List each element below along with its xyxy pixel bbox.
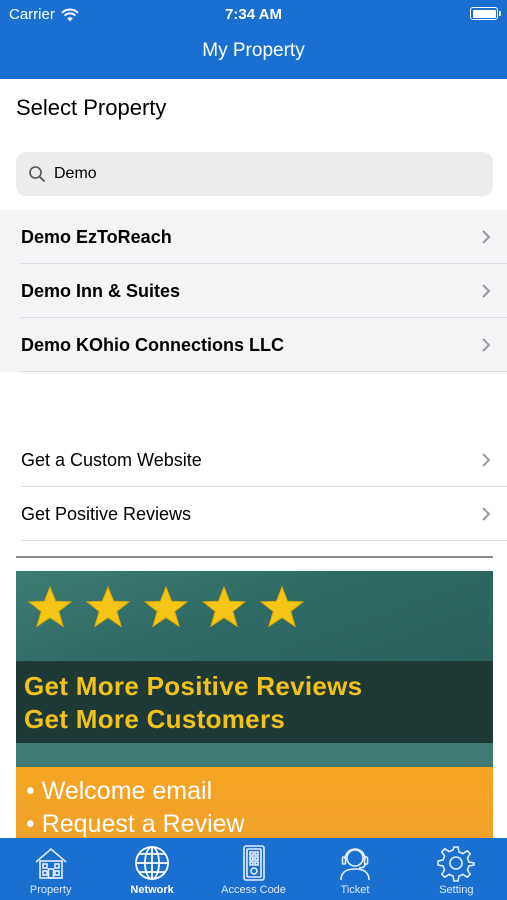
star-icon — [28, 585, 72, 628]
tab-label: Property — [29, 884, 72, 896]
setting-icon — [437, 846, 476, 882]
access-code-icon — [242, 845, 265, 881]
page-title: My Property — [202, 40, 305, 61]
link-positive-reviews[interactable]: Get Positive Reviews — [0, 487, 507, 541]
banner-bullet-1: • Welcome email — [26, 777, 213, 805]
property-icon — [35, 847, 67, 879]
app-header: Carrier 7:34 AM My Property — [0, 0, 507, 79]
property-name: Demo EzToReach — [21, 226, 172, 247]
link-custom-website[interactable]: Get a Custom Website — [0, 433, 507, 487]
banner-headline-2: Get More Customers — [24, 704, 286, 734]
tab-label: Network — [130, 884, 174, 896]
star-icon — [86, 585, 130, 628]
link-label: Get Positive Reviews — [21, 503, 192, 524]
property-results-list: Demo EzToReach Demo Inn & Suites Demo KO… — [0, 210, 507, 372]
banner-bullet-2: • Request a Review — [26, 810, 245, 838]
tab-label: Setting — [439, 884, 474, 896]
status-time: 7:34 AM — [225, 6, 282, 23]
chevron-right-icon — [482, 230, 491, 244]
tab-access-code[interactable]: Access Code — [203, 838, 304, 900]
promo-links-list: Get a Custom Website Get Positive Review… — [0, 433, 507, 541]
chevron-right-icon — [482, 453, 491, 467]
tab-ticket[interactable]: Ticket — [304, 838, 405, 900]
star-rating — [28, 585, 304, 629]
search-icon — [29, 166, 45, 182]
tab-label: Access Code — [221, 884, 286, 896]
tab-property[interactable]: Property — [0, 838, 101, 900]
section-divider — [16, 556, 493, 558]
star-icon — [144, 585, 188, 628]
property-row-demo-eztoreach[interactable]: Demo EzToReach — [0, 210, 507, 264]
property-name: Demo Inn & Suites — [21, 280, 181, 301]
chevron-right-icon — [482, 338, 491, 352]
banner-headline-1: Get More Positive Reviews — [24, 671, 363, 701]
property-name: Demo KOhio Connections LLC — [21, 334, 284, 355]
search-input[interactable] — [54, 165, 474, 183]
property-row-demo-kohio[interactable]: Demo KOhio Connections LLC — [0, 318, 507, 372]
bottom-tab-bar: Property Network Access Code Ticket Sett… — [0, 838, 507, 900]
tab-setting[interactable]: Setting — [406, 838, 507, 900]
ticket-icon — [340, 848, 370, 881]
star-icon — [260, 585, 304, 628]
chevron-right-icon — [482, 284, 491, 298]
battery-icon — [470, 7, 501, 20]
status-bar: Carrier 7:34 AM — [0, 0, 507, 28]
tab-label: Ticket — [340, 884, 370, 896]
section-title: Select Property — [16, 95, 167, 120]
tab-network[interactable]: Network — [101, 838, 202, 900]
property-row-demo-inn-suites[interactable]: Demo Inn & Suites — [0, 264, 507, 318]
link-label: Get a Custom Website — [21, 449, 202, 470]
chevron-right-icon — [482, 507, 491, 521]
search-bar[interactable] — [16, 152, 493, 196]
star-icon — [202, 585, 246, 628]
reviews-promo-banner[interactable]: Get More Positive Reviews Get More Custo… — [16, 571, 493, 839]
network-icon — [135, 846, 170, 880]
